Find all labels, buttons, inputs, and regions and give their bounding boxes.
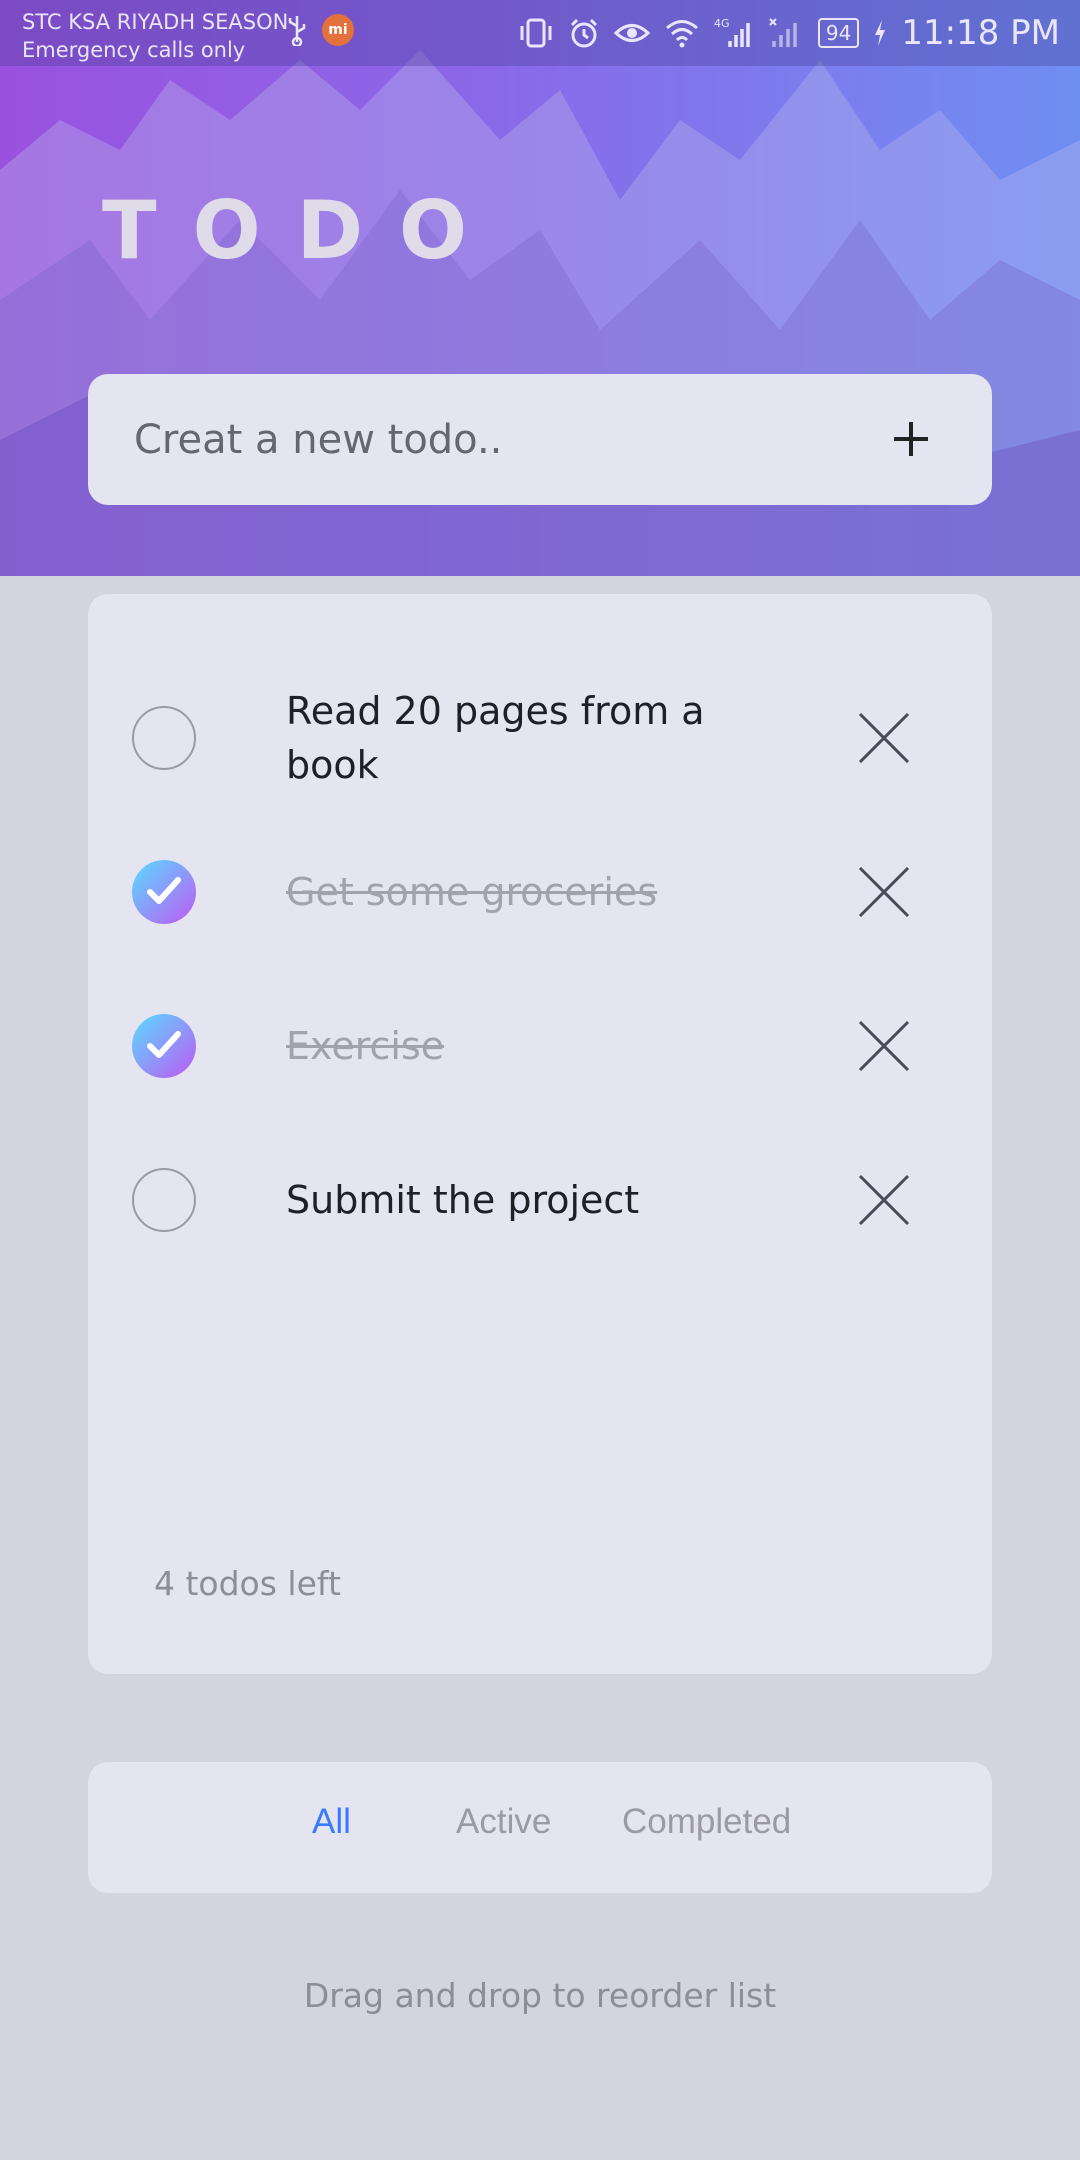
clock: 11:18 PM [901, 13, 1060, 53]
delete-todo-button[interactable] [856, 1172, 912, 1228]
carrier-info: STC KSA RIYADH SEASON Emergency calls on… [22, 8, 288, 64]
todo-text: Submit the project [286, 1178, 640, 1222]
signal-4g-icon: 4G [714, 17, 754, 49]
todo-checkbox[interactable] [132, 1168, 196, 1232]
filter-completed[interactable]: Completed [622, 1802, 791, 1842]
mi-app-icon: mi [322, 14, 354, 46]
check-icon [147, 877, 181, 904]
todo-text: Exercise [286, 1024, 445, 1068]
network-type-text: 4G [714, 17, 730, 30]
plus-icon [894, 422, 928, 456]
carrier-name: STC KSA RIYADH SEASON [22, 10, 289, 34]
todo-checkbox-checked[interactable] [132, 860, 196, 924]
todo-checkbox-checked[interactable] [132, 1014, 196, 1078]
filter-all[interactable]: All [312, 1802, 351, 1842]
todo-text: Get some groceries [286, 870, 658, 914]
todo-item[interactable]: Exercise [88, 982, 992, 1112]
filter-bar: All Active Completed [88, 1762, 992, 1893]
charging-icon [873, 19, 887, 47]
delete-todo-button[interactable] [856, 710, 912, 766]
todo-item[interactable]: Get some groceries [88, 828, 992, 958]
close-icon [858, 712, 910, 764]
new-todo-box [88, 374, 992, 505]
vibrate-icon [518, 18, 554, 48]
new-todo-input[interactable] [132, 406, 836, 474]
todo-item[interactable]: Read 20 pages from a book [88, 674, 992, 804]
status-icons: 4G 94 11:18 PM [518, 10, 1060, 56]
eye-comfort-icon [613, 20, 650, 46]
status-bar: STC KSA RIYADH SEASON Emergency calls on… [0, 0, 1080, 66]
usb-icon [286, 14, 308, 50]
delete-todo-button[interactable] [856, 864, 912, 920]
reorder-hint: Drag and drop to reorder list [303, 1976, 777, 2015]
todo-list-card: Read 20 pages from a book Get some groce… [88, 594, 992, 1674]
app-title: TODO [102, 184, 503, 277]
items-left-count: 4 todos left [154, 1564, 341, 1603]
wifi-icon [664, 18, 700, 48]
check-icon [147, 1031, 181, 1058]
battery-level: 94 [817, 18, 860, 48]
todo-item[interactable]: Submit the project [88, 1136, 992, 1266]
delete-todo-button[interactable] [856, 1018, 912, 1074]
close-icon [858, 1174, 910, 1226]
filter-active[interactable]: Active [456, 1802, 551, 1842]
todo-checkbox[interactable] [132, 706, 196, 770]
close-icon [858, 1020, 910, 1072]
add-todo-button[interactable] [886, 414, 936, 464]
signal-icon [768, 17, 804, 49]
todo-text: Read 20 pages from a book [286, 689, 705, 787]
close-icon [858, 866, 910, 918]
hero-banner: STC KSA RIYADH SEASON Emergency calls on… [0, 0, 1080, 576]
alarm-icon [568, 17, 600, 49]
emergency-text: Emergency calls only [22, 38, 246, 62]
